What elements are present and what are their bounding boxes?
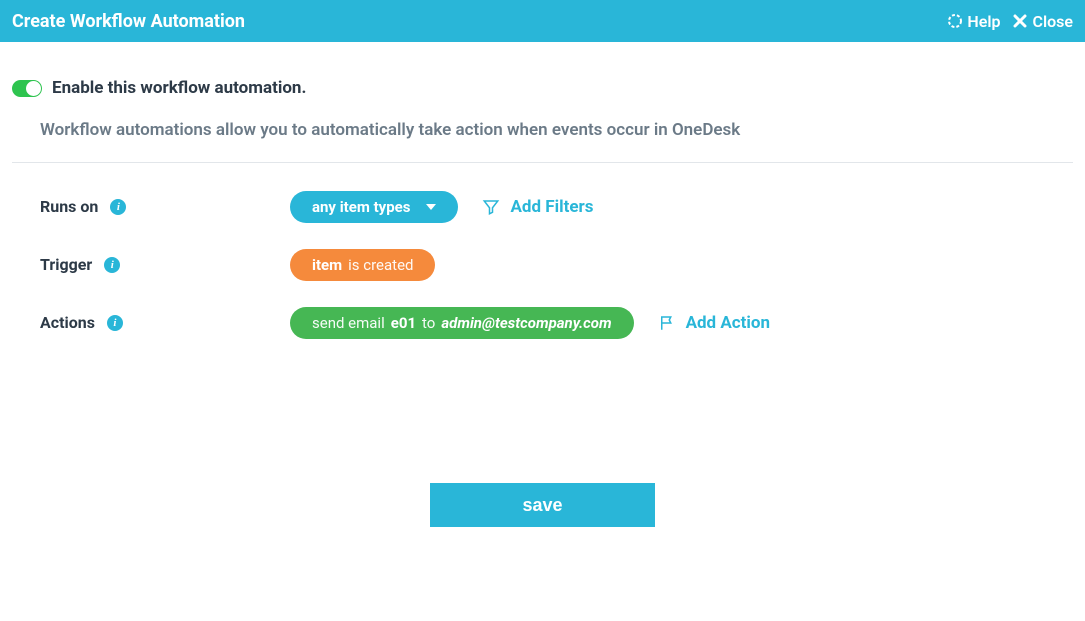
actions-row: Actions i send email e01 to admin@testco… (40, 307, 1045, 339)
actions-label: Actions (40, 313, 95, 332)
runs-on-controls: any item types Add Filters (290, 191, 593, 223)
item-types-selected: any item types (312, 198, 410, 216)
add-action-label: Add Action (686, 313, 770, 333)
header-actions: Help Close (947, 12, 1073, 31)
actions-label-col: Actions i (40, 307, 290, 332)
close-label: Close (1032, 12, 1073, 31)
action-to-word: to (422, 314, 435, 332)
runs-on-label-col: Runs on i (40, 191, 290, 216)
flag-icon (658, 314, 676, 332)
runs-on-label: Runs on (40, 197, 98, 216)
close-button[interactable]: Close (1012, 12, 1073, 31)
description-text: Workflow automations allow you to automa… (12, 120, 1073, 163)
trigger-controls: item is created (290, 249, 435, 281)
filter-icon (482, 198, 500, 216)
info-icon[interactable]: i (110, 199, 126, 215)
save-button[interactable]: save (430, 483, 655, 527)
help-label: Help (967, 12, 1000, 31)
trigger-label: Trigger (40, 255, 92, 274)
info-icon[interactable]: i (107, 315, 123, 331)
trigger-pill[interactable]: item is created (290, 249, 435, 281)
action-recipient: admin@testcompany.com (441, 314, 611, 332)
action-prefix: send email (312, 314, 385, 332)
trigger-condition: is created (348, 256, 413, 274)
trigger-label-col: Trigger i (40, 249, 290, 274)
help-icon (947, 13, 963, 29)
add-filters-label: Add Filters (510, 197, 593, 217)
enable-row: Enable this workflow automation. (12, 78, 1073, 98)
close-icon (1012, 13, 1028, 29)
dialog-header: Create Workflow Automation Help Close (0, 0, 1085, 42)
dialog-title: Create Workflow Automation (12, 11, 245, 32)
help-button[interactable]: Help (947, 12, 1000, 31)
actions-controls: send email e01 to admin@testcompany.com … (290, 307, 770, 339)
trigger-row: Trigger i item is created (40, 249, 1045, 281)
dialog-content: Enable this workflow automation. Workflo… (0, 42, 1085, 539)
trigger-subject: item (312, 256, 342, 274)
action-pill[interactable]: send email e01 to admin@testcompany.com (290, 307, 634, 339)
runs-on-row: Runs on i any item types Add Filters (40, 191, 1045, 223)
toggle-knob (26, 81, 41, 96)
add-action-button[interactable]: Add Action (658, 313, 770, 333)
form-area: Runs on i any item types Add Filters Tri… (12, 163, 1073, 393)
add-filters-button[interactable]: Add Filters (482, 197, 593, 217)
info-icon[interactable]: i (104, 257, 120, 273)
enable-label: Enable this workflow automation. (52, 78, 306, 98)
action-template-id: e01 (391, 314, 416, 332)
chevron-down-icon (426, 204, 436, 210)
item-types-dropdown[interactable]: any item types (290, 191, 458, 223)
enable-toggle[interactable] (12, 80, 42, 97)
